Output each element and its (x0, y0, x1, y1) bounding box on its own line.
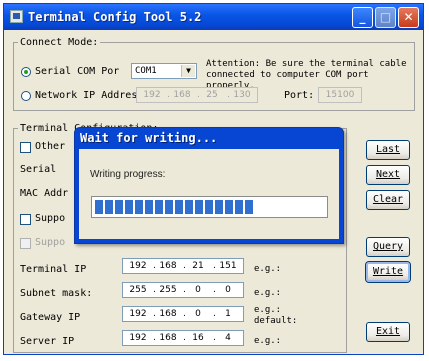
minimize-icon[interactable]: _ (352, 7, 373, 28)
subnet-mask-label: Subnet mask: (20, 288, 93, 299)
ip-octet: 168 (159, 333, 177, 343)
last-button-label: Last (375, 144, 401, 155)
network-ip-field[interactable]: 192 . 168 . 25 . 130 (136, 87, 258, 103)
ip-octet: 130 (233, 90, 251, 100)
ip-octet: 192 (129, 333, 147, 343)
last-button[interactable]: Last (366, 140, 410, 160)
support-label-1: Suppo (35, 213, 66, 224)
progress-block (235, 200, 243, 214)
close-icon[interactable]: ✕ (398, 7, 419, 28)
ip-octet: 192 (129, 261, 147, 271)
maximize-icon[interactable]: □ (375, 7, 396, 28)
ip-octet: 0 (195, 285, 201, 295)
progress-block (195, 200, 203, 214)
exit-button[interactable]: Exit (366, 322, 410, 342)
ip-octet: 255 (129, 285, 147, 295)
progress-block (145, 200, 153, 214)
ip-octet: 255 (159, 285, 177, 295)
ip-octet: 0 (195, 309, 201, 319)
write-progress-dialog: Wait for writing... Writing progress: (74, 127, 344, 244)
other-label: Other (35, 141, 66, 152)
progress-block (185, 200, 193, 214)
serial-radio[interactable] (21, 67, 31, 77)
network-ip-label: Network IP Addres: (35, 90, 144, 101)
progress-block (215, 200, 223, 214)
gateway-hint: e.g.: default: (254, 305, 298, 326)
progress-block (125, 200, 133, 214)
ip-octet: 168 (173, 90, 191, 100)
ip-octet: 192 (129, 309, 147, 319)
network-radio[interactable] (21, 91, 31, 101)
ip-octet: 0 (225, 285, 231, 295)
query-button-label: Query (372, 241, 404, 252)
next-button-label: Next (375, 169, 401, 180)
port-label: Port: (284, 90, 315, 101)
chevron-down-icon[interactable]: ▼ (181, 65, 195, 77)
support-checkbox-2[interactable] (20, 238, 31, 249)
ip-octet: 151 (219, 261, 237, 271)
serial-label: Serial (20, 164, 57, 175)
write-button[interactable]: Write (366, 262, 410, 282)
other-checkbox[interactable] (20, 142, 31, 153)
ip-octet: 4 (225, 333, 231, 343)
com-port-select[interactable]: COM1 ▼ (131, 63, 197, 79)
ip-octet: 25 (206, 90, 218, 100)
write-button-label: Write (372, 266, 404, 277)
progress-block (205, 200, 213, 214)
terminal-ip-hint: e.g.: (254, 264, 282, 274)
progress-block (245, 200, 253, 214)
serial-com-label: Serial COM Por (35, 66, 120, 77)
server-ip-hint: e.g.: (254, 336, 282, 346)
ip-octet: 192 (143, 90, 161, 100)
app-icon (10, 10, 23, 23)
clear-button[interactable]: Clear (366, 190, 410, 210)
title-bar[interactable]: Terminal Config Tool 5.2 _ □ ✕ (4, 4, 423, 30)
connect-mode-legend: Connect Mode: (20, 37, 99, 48)
progress-block (155, 200, 163, 214)
terminal-ip-field[interactable]: 192 . 168 . 21 . 151 (122, 258, 244, 274)
support-checkbox-1[interactable] (20, 214, 31, 225)
progress-block (165, 200, 173, 214)
ip-octet: 21 (192, 261, 204, 271)
progress-label: Writing progress: (90, 169, 166, 180)
progress-block (135, 200, 143, 214)
mac-address-label: MAC Addr (20, 188, 69, 199)
dialog-body: Writing progress: (79, 149, 339, 239)
port-field[interactable]: 15100 (318, 87, 362, 103)
progress-block (175, 200, 183, 214)
dialog-title: Wait for writing... (80, 131, 218, 145)
server-ip-field[interactable]: 192 . 168 . 16 . 4 (122, 330, 244, 346)
ip-octet: 1 (225, 309, 231, 319)
terminal-ip-label: Terminal IP (20, 264, 87, 275)
progress-block (115, 200, 123, 214)
clear-button-label: Clear (372, 194, 404, 205)
ip-octet: 168 (159, 309, 177, 319)
subnet-hint: e.g.: (254, 288, 282, 298)
progress-block (105, 200, 113, 214)
ip-octet: 168 (159, 261, 177, 271)
gateway-ip-field[interactable]: 192 . 168 . 0 . 1 (122, 306, 244, 322)
writing-progress-bar (91, 196, 328, 218)
gateway-ip-label: Gateway IP (20, 312, 81, 323)
subnet-mask-field[interactable]: 255 . 255 . 0 . 0 (122, 282, 244, 298)
query-button[interactable]: Query (366, 237, 410, 257)
progress-block (95, 200, 103, 214)
window-title: Terminal Config Tool 5.2 (28, 10, 202, 24)
exit-button-label: Exit (375, 326, 401, 337)
next-button[interactable]: Next (366, 165, 410, 185)
ip-octet: 16 (192, 333, 204, 343)
support-label-2: Suppo (35, 237, 66, 248)
server-ip-label: Server IP (20, 336, 75, 347)
progress-block (225, 200, 233, 214)
com-port-value: COM1 (135, 66, 157, 76)
